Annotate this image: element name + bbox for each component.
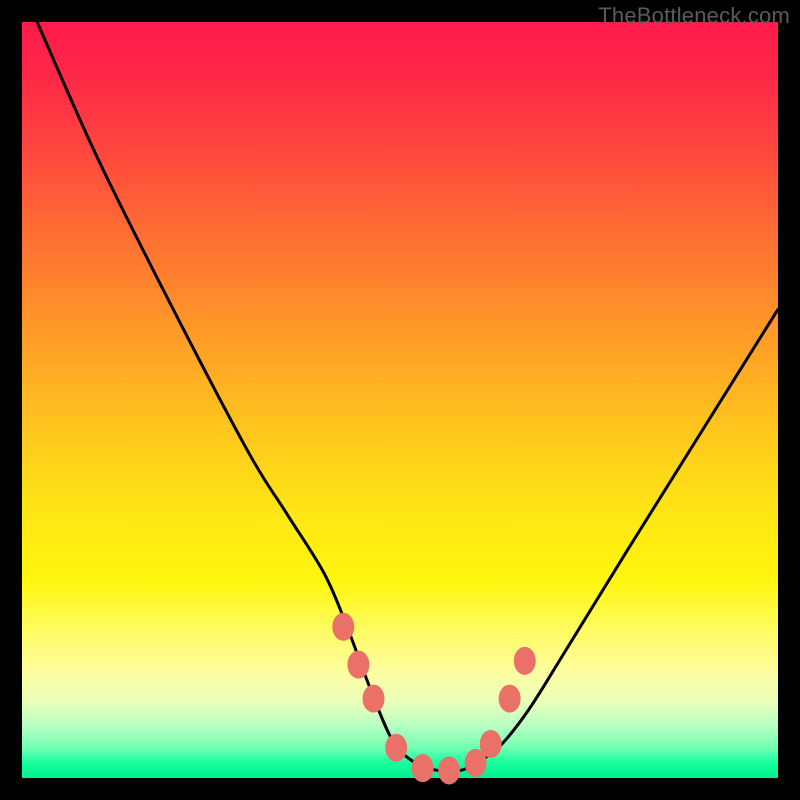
highlight-dot xyxy=(499,685,521,713)
highlight-dot xyxy=(480,730,502,758)
curve-svg xyxy=(22,22,778,778)
highlight-dot xyxy=(412,754,434,782)
highlight-dot xyxy=(385,734,407,762)
chart-frame: TheBottleneck.com xyxy=(0,0,800,800)
highlight-dot xyxy=(363,685,385,713)
highlight-dot xyxy=(438,756,460,784)
watermark-text: TheBottleneck.com xyxy=(598,3,790,29)
bottleneck-curve xyxy=(37,22,778,771)
highlight-dot xyxy=(347,651,369,679)
highlight-dot xyxy=(332,613,354,641)
marker-group xyxy=(332,613,535,785)
highlight-dot xyxy=(514,647,536,675)
plot-area xyxy=(22,22,778,778)
